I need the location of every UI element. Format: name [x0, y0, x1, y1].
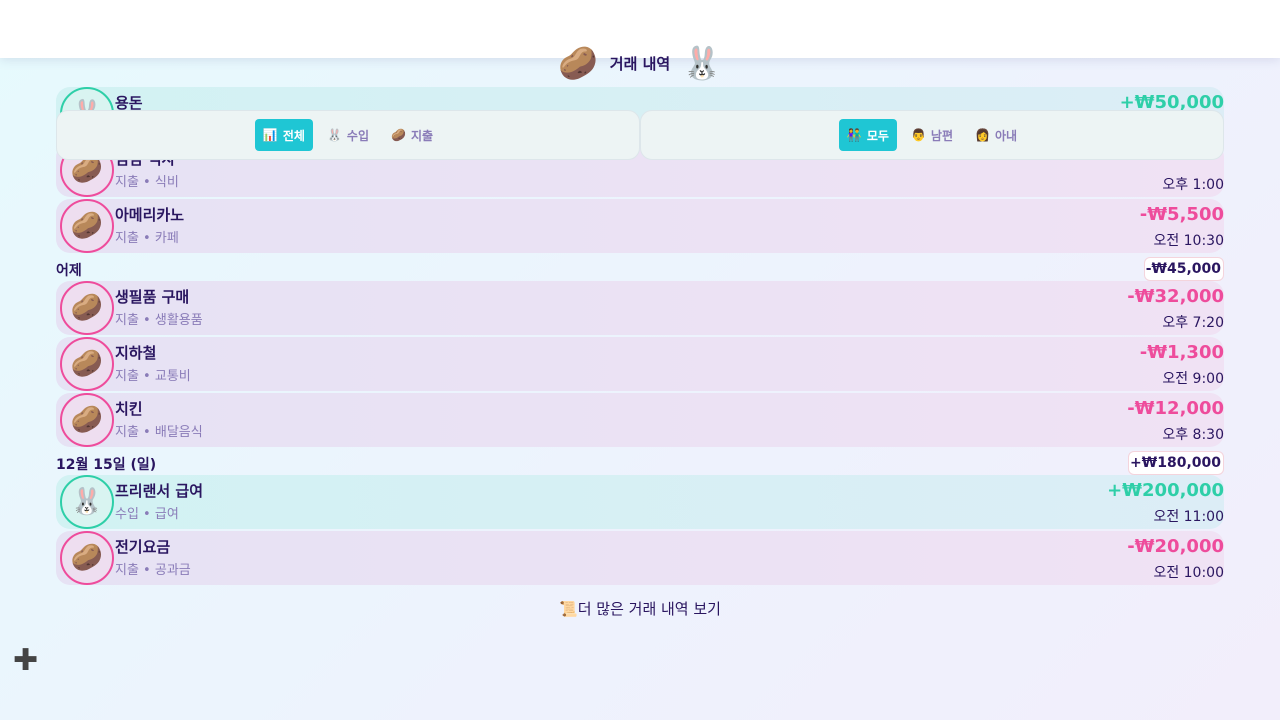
page-title: 🥔 거래 내역 🐰 [0, 44, 1280, 82]
transaction-name: 지하철 [115, 344, 157, 362]
filter-icon: 👩 [975, 128, 990, 142]
filter-type-button[interactable]: 🐰 수입 [319, 119, 377, 151]
transaction-name: 아메리카노 [115, 206, 185, 224]
filter-label: 수입 [346, 128, 370, 143]
transaction-category: 지출 • 식비 [115, 175, 179, 190]
type-filter: 📊 전체 🐰 수입 🥔 지출 [56, 110, 640, 160]
filter-icon: 👫 [846, 128, 862, 142]
filter-person-button[interactable]: 👨 남편 [903, 119, 961, 151]
transaction-amount: -₩12,000 [1127, 398, 1224, 419]
filter-type-button[interactable]: 📊 전체 [254, 119, 313, 151]
person-filter: 👫 모두 👨 남편 👩 아내 [640, 110, 1224, 160]
transaction-row[interactable]: 🥔 치킨 지출 • 배달음식 -₩12,000 오후 8:30 [56, 393, 1224, 447]
transaction-row[interactable]: 🐰 프리랜서 급여 수입 • 급여 +₩200,000 오전 11:00 [56, 475, 1224, 529]
potato-icon: 🥔 [557, 44, 598, 82]
transaction-row[interactable]: 🥔 전기요금 지출 • 공과금 -₩20,000 오전 10:00 [56, 531, 1224, 585]
transaction-category: 지출 • 카페 [115, 231, 179, 246]
daily-total: +₩180,000 [1128, 451, 1224, 475]
transaction-time: 오전 11:00 [1153, 509, 1224, 525]
transaction-name: 프리랜서 급여 [115, 482, 204, 500]
filter-label: 남편 [930, 128, 954, 143]
daily-total: -₩45,000 [1143, 257, 1224, 281]
transaction-time: 오후 1:00 [1162, 177, 1224, 193]
filter-label: 아내 [994, 128, 1018, 143]
page-title-text: 거래 내역 [609, 54, 671, 73]
more-link-text: 더 많은 거래 내역 보기 [577, 600, 721, 618]
filter-icon: 🐰 [326, 128, 342, 142]
more-transactions-link[interactable]: 📜더 많은 거래 내역 보기 [0, 598, 1280, 619]
transaction-category: 지출 • 교통비 [115, 369, 191, 384]
filter-label: 지출 [410, 128, 434, 143]
transaction-time: 오후 7:20 [1162, 315, 1224, 331]
rabbit-icon: 🐰 [60, 475, 114, 529]
transaction-row[interactable]: 🥔 지하철 지출 • 교통비 -₩1,300 오전 9:00 [56, 337, 1224, 391]
filter-icon: 📊 [262, 128, 278, 142]
transaction-row[interactable]: 🥔 생필품 구매 지출 • 생활용품 -₩32,000 오후 7:20 [56, 281, 1224, 335]
transaction-time: 오전 10:30 [1153, 233, 1224, 249]
transaction-name: 치킨 [115, 400, 143, 418]
filter-icon: 👨 [910, 128, 926, 142]
transaction-category: 지출 • 생활용품 [115, 313, 203, 328]
potato-icon: 🥔 [60, 199, 114, 253]
filter-person-button[interactable]: 👩 아내 [967, 119, 1025, 151]
transaction-time: 오전 10:00 [1153, 565, 1224, 581]
transaction-category: 지출 • 공과금 [115, 563, 191, 578]
filter-type-button[interactable]: 🥔 지출 [383, 119, 441, 151]
filter-person-button[interactable]: 👫 모두 [838, 119, 897, 151]
transaction-category: 지출 • 배달음식 [115, 425, 203, 440]
transaction-amount: -₩32,000 [1127, 286, 1224, 307]
transaction-amount: -₩5,500 [1139, 204, 1224, 225]
transaction-amount: +₩200,000 [1107, 480, 1224, 501]
date-group-header: 12월 15일 (일) +₩180,000 [56, 451, 1224, 475]
potato-icon: 🥔 [60, 281, 114, 335]
add-transaction-button[interactable]: ✚ [13, 643, 38, 678]
transaction-category: 수입 • 급여 [115, 507, 179, 522]
date-label: 어제 [56, 263, 82, 279]
transaction-amount: -₩1,300 [1139, 342, 1224, 363]
transaction-time: 오후 8:30 [1162, 427, 1224, 443]
potato-icon: 🥔 [60, 531, 114, 585]
transaction-time: 오전 9:00 [1162, 371, 1224, 387]
potato-icon: 🥔 [60, 393, 114, 447]
scroll-icon: 📜 [559, 600, 578, 618]
transaction-name: 생필품 구매 [115, 288, 190, 306]
filter-label: 모두 [866, 128, 889, 143]
date-group-header: 어제 -₩45,000 [56, 257, 1224, 281]
transaction-amount: -₩20,000 [1127, 536, 1224, 557]
transaction-name: 전기요금 [115, 538, 171, 556]
rabbit-icon: 🐰 [682, 44, 723, 82]
filter-icon: 🥔 [391, 128, 406, 142]
potato-icon: 🥔 [60, 337, 114, 391]
filter-label: 전체 [282, 128, 305, 143]
transaction-row[interactable]: 🥔 아메리카노 지출 • 카페 -₩5,500 오전 10:30 [56, 199, 1224, 253]
date-label: 12월 15일 (일) [56, 457, 157, 473]
